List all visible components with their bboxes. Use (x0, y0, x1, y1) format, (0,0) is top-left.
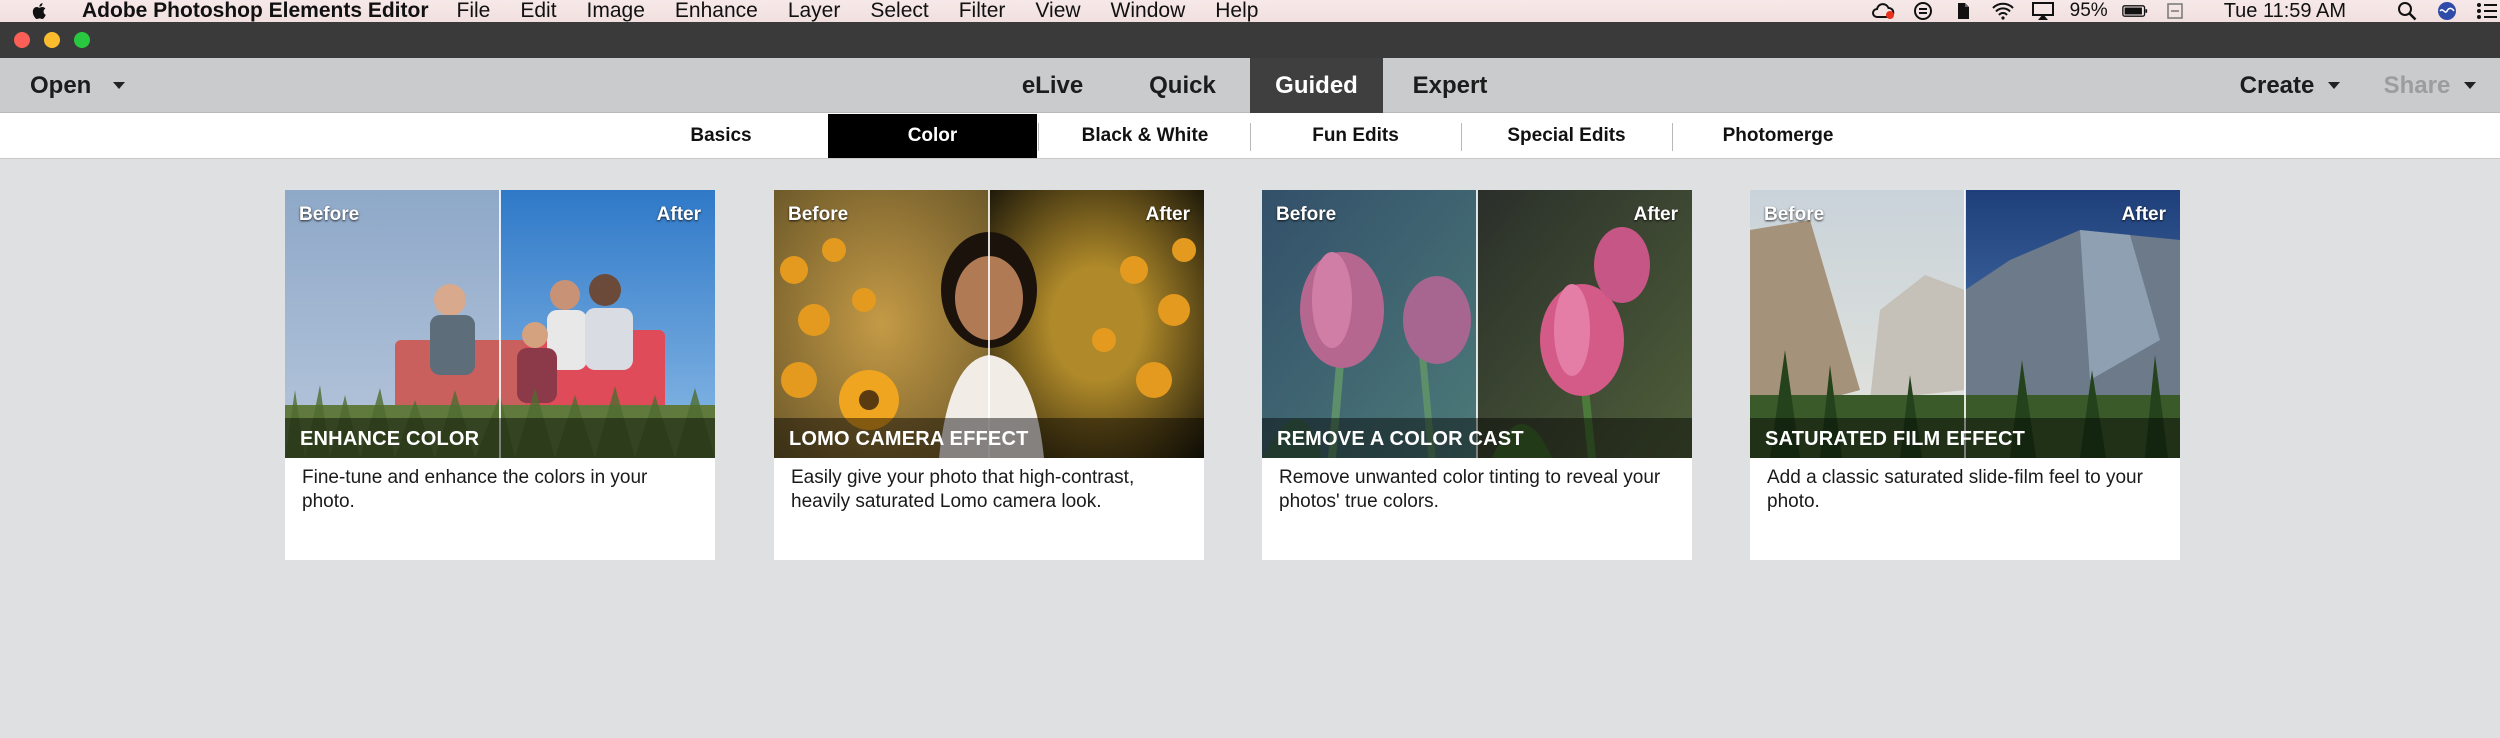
menu-layer[interactable]: Layer (788, 0, 841, 23)
menu-image[interactable]: Image (587, 0, 645, 23)
menubar-status-area: 95% Tue 11:59 AM (1856, 0, 2500, 22)
card-thumbnail: Before After REMOVE A COLOR CAST (1262, 190, 1692, 458)
menubar-clock[interactable]: Tue 11:59 AM (2224, 0, 2346, 23)
apple-menu-icon[interactable] (30, 1, 50, 21)
window-zoom-button[interactable] (74, 32, 90, 48)
card-thumbnail: Before After SATURATED FILM EFFECT (1750, 190, 2180, 458)
subtab-special-edits-label: Special Edits (1507, 125, 1626, 146)
after-label: After (656, 204, 701, 225)
card-thumbnail: Before After LOMO CAMERA EFFECT (774, 190, 1204, 458)
guided-card-remove-color-cast[interactable]: Before After REMOVE A COLOR CAST Remove … (1262, 190, 1692, 560)
after-label: After (2121, 204, 2166, 225)
after-label: After (1633, 204, 1678, 225)
menu-window[interactable]: Window (1111, 0, 1186, 23)
subtab-black-white-label: Black & White (1081, 125, 1209, 146)
before-label: Before (1276, 204, 1337, 225)
card-description: Remove unwanted color tinting to reveal … (1279, 467, 1661, 512)
tab-guided[interactable]: Guided (1250, 58, 1383, 113)
menu-select[interactable]: Select (870, 0, 928, 23)
display-icon[interactable] (2162, 1, 2188, 21)
tab-expert-label: Expert (1412, 71, 1488, 99)
chevron-down-icon (113, 82, 126, 89)
chevron-down-icon (2328, 82, 2341, 89)
tab-expert[interactable]: Expert (1400, 58, 1500, 113)
mac-menubar: Adobe Photoshop Elements Editor File Edi… (0, 0, 2500, 22)
window-close-button[interactable] (14, 32, 30, 48)
subtab-special-edits[interactable]: Special Edits (1462, 114, 1671, 158)
subtab-photomerge-label: Photomerge (1722, 125, 1834, 146)
tab-quick[interactable]: Quick (1135, 58, 1230, 113)
app-name-menu[interactable]: Adobe Photoshop Elements Editor (82, 0, 429, 23)
card-description: Add a classic saturated slide-film feel … (1767, 467, 2143, 512)
card-title: SATURATED FILM EFFECT (1765, 428, 2026, 450)
creative-cloud-icon[interactable] (1870, 1, 1896, 21)
guided-card-saturated-film-effect[interactable]: Before After SATURATED FILM EFFECT Add a… (1750, 190, 2180, 560)
chevron-down-icon (2464, 82, 2477, 89)
card-description: Easily give your photo that high-contras… (791, 467, 1135, 512)
window-minimize-button[interactable] (44, 32, 60, 48)
after-label: After (1145, 204, 1190, 225)
before-label: Before (1764, 204, 1825, 225)
guided-card-enhance-color[interactable]: Before After ENHANCE COLOR Fine-tune and… (285, 190, 715, 560)
notification-center-icon[interactable] (2474, 1, 2500, 21)
tab-elive[interactable]: eLive (1005, 58, 1100, 113)
subtab-fun-edits[interactable]: Fun Edits (1251, 114, 1460, 158)
airplay-icon[interactable] (2030, 1, 2056, 21)
evernote-icon[interactable] (1950, 1, 1976, 21)
subtab-basics-label: Basics (690, 125, 752, 146)
menu-file[interactable]: File (457, 0, 491, 23)
share-button[interactable]: Share (2375, 58, 2485, 113)
card-title: LOMO CAMERA EFFECT (789, 428, 1029, 450)
subtab-color[interactable]: Color (828, 114, 1037, 158)
menu-filter[interactable]: Filter (959, 0, 1006, 23)
window-titlebar (0, 22, 2500, 58)
mode-bar: Open eLive Quick Guided Expert Create Sh… (0, 58, 2500, 113)
create-button[interactable]: Create (2235, 58, 2345, 113)
card-description: Fine-tune and enhance the colors in your… (302, 467, 648, 512)
card-thumbnail: Before After ENHANCE COLOR (285, 190, 715, 458)
subtab-basics[interactable]: Basics (640, 114, 802, 158)
create-label: Create (2239, 71, 2315, 99)
menu-help[interactable]: Help (1215, 0, 1258, 23)
menu-view[interactable]: View (1035, 0, 1080, 23)
open-label: Open (30, 71, 92, 99)
sync-icon[interactable] (1910, 1, 1936, 21)
menu-edit[interactable]: Edit (520, 0, 556, 23)
guided-category-tabs: Basics Color Black & White Fun Edits Spe… (0, 113, 2500, 159)
tab-quick-label: Quick (1149, 71, 1216, 99)
tab-guided-label: Guided (1275, 71, 1358, 99)
card-title: ENHANCE COLOR (300, 428, 480, 450)
before-label: Before (788, 204, 849, 225)
battery-icon[interactable] (2121, 1, 2148, 21)
card-title: REMOVE A COLOR CAST (1277, 428, 1524, 450)
subtab-color-label: Color (907, 125, 958, 146)
open-button[interactable]: Open (30, 58, 140, 113)
subtab-fun-edits-label: Fun Edits (1312, 125, 1399, 146)
before-label: Before (299, 204, 360, 225)
guided-card-lomo-camera-effect[interactable]: Before After LOMO CAMERA EFFECT Easily g… (774, 190, 1204, 560)
wifi-icon[interactable] (1990, 1, 2016, 21)
tab-separator (1038, 123, 1039, 151)
share-label: Share (2383, 71, 2451, 99)
tab-elive-label: eLive (1021, 71, 1084, 99)
subtab-photomerge[interactable]: Photomerge (1673, 114, 1883, 158)
spotlight-icon[interactable] (2394, 1, 2420, 21)
subtab-black-white[interactable]: Black & White (1040, 114, 1250, 158)
menu-enhance[interactable]: Enhance (675, 0, 758, 23)
siri-icon[interactable] (2434, 1, 2460, 21)
battery-percent: 95% (2069, 0, 2108, 21)
